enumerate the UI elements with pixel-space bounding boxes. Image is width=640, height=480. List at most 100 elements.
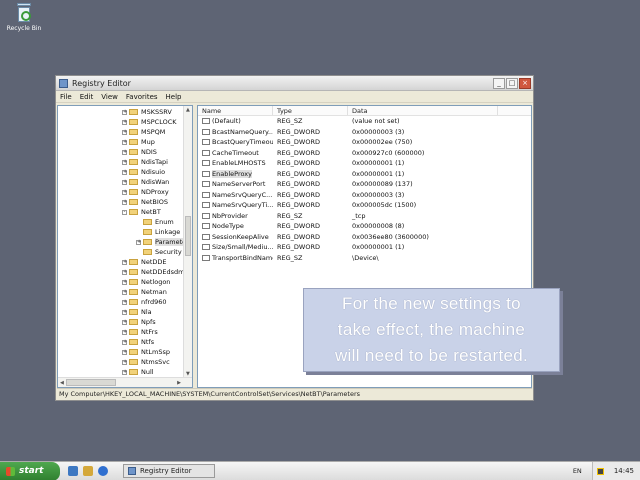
value-row[interactable]: CacheTimeout REG_DWORD 0x000927c0 (600000)	[198, 148, 531, 159]
expand-icon[interactable]: +	[122, 299, 127, 305]
expand-icon[interactable]: +	[122, 309, 127, 315]
expand-icon[interactable]: +	[122, 119, 127, 125]
tree-item[interactable]: + MSPCLOCK	[58, 117, 183, 127]
taskbar-registry-editor-button[interactable]: Registry Editor	[123, 464, 215, 478]
tree-item[interactable]: + Npfs	[58, 317, 183, 327]
tree-item[interactable]: + NetDDEdsdm	[58, 267, 185, 277]
expand-icon[interactable]: +	[136, 239, 141, 245]
registry-editor-icon	[59, 78, 68, 88]
tree-item[interactable]: + NdisTapi	[58, 157, 183, 167]
tree-item[interactable]: + Parameters	[58, 237, 192, 247]
column-header-data[interactable]: Data	[348, 106, 498, 115]
expand-icon[interactable]: +	[122, 269, 127, 275]
tree-item[interactable]: Enum	[58, 217, 183, 227]
menu-view[interactable]: View	[101, 93, 118, 101]
value-row[interactable]: Size/Small/Mediu... REG_DWORD 0x00000001 (…	[198, 242, 531, 253]
tree-item[interactable]: Linkage	[58, 227, 183, 237]
tree-item[interactable]: + MSPQM	[58, 127, 183, 137]
menu-edit[interactable]: Edit	[80, 93, 94, 101]
value-row[interactable]: BcastQueryTimeout REG_DWORD 0x000002ee (75…	[198, 137, 531, 148]
close-button[interactable]: ×	[519, 77, 531, 89]
menu-favorites[interactable]: Favorites	[126, 93, 158, 101]
scroll-right-arrow-icon[interactable]: ▶	[177, 380, 181, 386]
column-header-type[interactable]: Type	[273, 106, 348, 115]
scroll-left-arrow-icon[interactable]: ◀	[60, 380, 64, 386]
tree-item[interactable]: + NdisWan	[58, 177, 183, 187]
clock[interactable]: 14:45	[614, 467, 634, 475]
expand-icon[interactable]: +	[122, 359, 127, 365]
expand-icon[interactable]: +	[122, 179, 127, 185]
tree-item[interactable]: + NtmsSvc	[58, 357, 183, 367]
start-button[interactable]: start	[0, 461, 60, 480]
expand-icon[interactable]: +	[122, 339, 127, 345]
media-player-icon[interactable]	[83, 466, 93, 476]
expand-icon[interactable]: +	[122, 159, 127, 165]
value-type: REG_DWORD	[277, 232, 320, 241]
tree-item[interactable]: + NDProxy	[58, 187, 183, 197]
expand-icon[interactable]: +	[122, 279, 127, 285]
registry-key-tree[interactable]: + MSKSSRV + MSPCLOCK + MSPQM + Mup + NDIS + NdisTap…	[57, 105, 193, 388]
value-row[interactable]: NbProvider REG_SZ _tcp	[198, 211, 531, 222]
column-header-name[interactable]: Name	[198, 106, 273, 115]
tree-item[interactable]: + Nla	[58, 307, 183, 317]
tray-network-icon[interactable]	[596, 467, 604, 475]
menu-help[interactable]: Help	[166, 93, 182, 101]
expand-icon[interactable]: +	[122, 199, 127, 205]
tree-item[interactable]: + NetBIOS	[58, 197, 183, 207]
expand-icon[interactable]: +	[122, 129, 127, 135]
recycle-bin-label: Recycle Bin	[6, 25, 42, 32]
tree-item[interactable]: Security	[58, 247, 183, 257]
language-indicator[interactable]: EN	[573, 467, 582, 475]
value-row[interactable]: EnableLMHOSTS REG_DWORD 0x00000001 (1)	[198, 158, 531, 169]
collapse-icon[interactable]: -	[122, 209, 127, 215]
tree-horizontal-scrollbar[interactable]: ◀ ▶	[58, 377, 192, 387]
title-bar[interactable]: Registry Editor _ □ ×	[56, 76, 533, 91]
tree-scroll-thumb[interactable]	[185, 216, 191, 256]
value-name-cell: CacheTimeout	[198, 149, 273, 157]
tree-item[interactable]: + NtLmSsp	[58, 347, 183, 357]
tree-item[interactable]: + Ntfs	[58, 337, 183, 347]
expand-icon[interactable]: +	[122, 109, 127, 115]
value-row[interactable]: NameSrvQueryTi... REG_DWORD 0x000005dc (15…	[198, 200, 531, 211]
expand-icon[interactable]: +	[122, 369, 127, 375]
value-row[interactable]: NameSrvQueryC... REG_DWORD 0x00000003 (3)	[198, 190, 531, 201]
internet-explorer-icon[interactable]	[98, 466, 108, 476]
value-row[interactable]: BcastNameQuery... REG_DWORD 0x00000003 (3)	[198, 127, 531, 138]
expand-icon[interactable]: +	[122, 319, 127, 325]
tree-item[interactable]: + Netman	[58, 287, 183, 297]
value-row[interactable]: (Default) REG_SZ (value not set)	[198, 116, 531, 127]
maximize-button[interactable]: □	[506, 77, 518, 89]
minimize-button[interactable]: _	[493, 77, 505, 89]
tree-hscroll-thumb[interactable]	[66, 379, 116, 386]
tree-item[interactable]: + nfrd960	[58, 297, 183, 307]
tree-vertical-scrollbar[interactable]: ▲ ▼	[183, 106, 192, 378]
tree-item[interactable]: + NtFrs	[58, 327, 183, 337]
value-row[interactable]: NodeType REG_DWORD 0x00000008 (8)	[198, 221, 531, 232]
tree-item[interactable]: + NetDDE	[58, 257, 183, 267]
recycle-bin-desktop-icon[interactable]: Recycle Bin	[4, 3, 44, 32]
show-desktop-icon[interactable]	[68, 466, 78, 476]
tree-item[interactable]: + Ndisuio	[58, 167, 183, 177]
value-row[interactable]: NameServerPort REG_DWORD 0x00000089 (137)	[198, 179, 531, 190]
menu-file[interactable]: File	[60, 93, 72, 101]
tree-item[interactable]: + MSKSSRV	[58, 107, 183, 117]
expand-icon[interactable]: +	[122, 139, 127, 145]
tree-item[interactable]: + Null	[58, 367, 183, 377]
tree-item[interactable]: + NDIS	[58, 147, 183, 157]
expand-icon[interactable]: +	[122, 259, 127, 265]
tree-item[interactable]: + Mup	[58, 137, 183, 147]
value-row[interactable]: TransportBindName REG_SZ \Device\	[198, 253, 531, 264]
value-row[interactable]: EnableProxy REG_DWORD 0x00000001 (1)	[198, 169, 531, 180]
value-row[interactable]: SessionKeepAlive REG_DWORD 0x0036ee80 (360…	[198, 232, 531, 243]
value-data: 0x00000001 (1)	[352, 169, 405, 178]
tree-item[interactable]: + Netlogon	[58, 277, 183, 287]
scroll-up-arrow-icon[interactable]: ▲	[186, 107, 190, 113]
value-data: 0x00000001 (1)	[352, 243, 405, 252]
expand-icon[interactable]: +	[122, 329, 127, 335]
expand-icon[interactable]: +	[122, 289, 127, 295]
expand-icon[interactable]: +	[122, 169, 127, 175]
expand-icon[interactable]: +	[122, 349, 127, 355]
expand-icon[interactable]: +	[122, 149, 127, 155]
expand-icon[interactable]: +	[122, 189, 127, 195]
tree-item[interactable]: - NetBT	[58, 207, 183, 217]
